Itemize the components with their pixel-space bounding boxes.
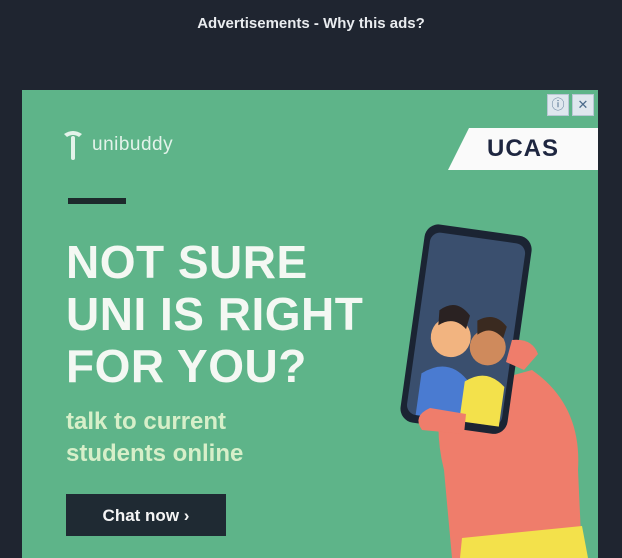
ad-label: Advertisements: [197, 15, 310, 32]
subhead-line: students online: [66, 440, 244, 467]
chat-now-button[interactable]: Chat now ›: [66, 494, 226, 536]
subhead-line: talk to current: [66, 408, 227, 435]
why-this-ad-link[interactable]: Why this ads?: [323, 15, 425, 32]
brand-name: unibuddy: [92, 134, 174, 155]
ad-headline: NOT SURE UNI IS RIGHT FOR YOU?: [66, 236, 386, 392]
headline-line: UNI IS RIGHT: [66, 288, 364, 340]
ad-header: Advertisements - Why this ads?: [0, 10, 622, 38]
accent-divider: [68, 198, 126, 204]
partner-logo: UCAS: [448, 128, 598, 170]
close-icon[interactable]: ✕: [572, 94, 594, 116]
headline-line: NOT SURE: [66, 236, 308, 288]
ad-banner[interactable]: ⓘ ✕ unibuddy UCAS NOT SURE UNI IS RIGHT …: [22, 90, 598, 558]
brand: unibuddy: [62, 128, 173, 162]
phone-illustration: [400, 224, 588, 558]
headline-line: FOR YOU?: [66, 340, 307, 392]
unibuddy-logo-icon: [64, 131, 82, 160]
info-icon[interactable]: ⓘ: [547, 94, 569, 116]
ad-separator: -: [309, 15, 324, 32]
ad-subhead: talk to current students online: [66, 406, 326, 470]
ad-controls: ⓘ ✕: [547, 94, 594, 116]
